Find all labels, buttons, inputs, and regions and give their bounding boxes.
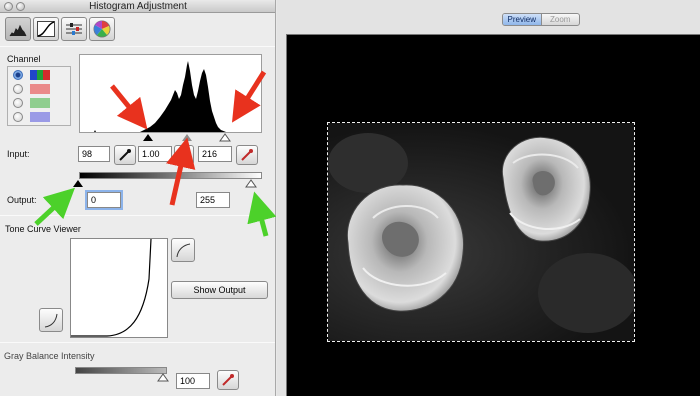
gray-balance-dropper-button[interactable] <box>217 370 239 390</box>
channel-rgb-swatch <box>30 70 51 80</box>
black-point-dropper-button[interactable] <box>114 145 136 165</box>
histogram-tool-icon <box>9 24 27 37</box>
screen: Histogram Adjustment Channel Input: 98 1… <box>0 0 700 396</box>
tone-curve-tool-icon <box>37 21 55 37</box>
curve-reset-button[interactable] <box>39 308 63 332</box>
separator <box>0 46 275 47</box>
output-shadow-field[interactable]: 0 <box>87 192 121 208</box>
selection-marquee[interactable] <box>327 122 635 342</box>
input-midtone-field[interactable]: 1.00 <box>138 146 172 162</box>
histogram-graph <box>80 61 261 132</box>
input-label: Input: <box>7 149 30 159</box>
tone-curve-tool-button[interactable] <box>33 17 59 41</box>
output-level-sliders <box>73 179 257 188</box>
output-highlight-slider-handle[interactable] <box>245 179 257 188</box>
eyedropper-icon <box>119 149 131 161</box>
eyedropper-icon <box>241 149 253 161</box>
histogram-tool-button[interactable] <box>5 17 31 41</box>
gray-balance-gradient <box>75 367 167 374</box>
tone-curve-graph <box>70 238 168 338</box>
input-level-sliders <box>143 133 231 142</box>
eyedropper-icon <box>222 374 234 386</box>
gray-balance-slider-handle[interactable] <box>157 373 169 383</box>
separator <box>0 215 275 216</box>
show-output-button[interactable]: Show Output <box>171 281 268 299</box>
color-balance-tool-button[interactable] <box>89 17 115 41</box>
gray-point-dropper-button[interactable] <box>174 145 194 165</box>
channel-rgb-radio[interactable] <box>13 70 23 80</box>
preview-canvas <box>286 34 700 396</box>
white-point-dropper-button[interactable] <box>236 145 258 165</box>
output-highlight-field[interactable]: 255 <box>196 192 230 208</box>
color-balance-tool-icon <box>93 20 111 38</box>
output-label: Output: <box>7 195 37 205</box>
output-shadow-slider-handle[interactable] <box>73 180 83 187</box>
tone-curve-line <box>71 238 152 337</box>
histogram-display <box>79 54 262 133</box>
brightness-contrast-tool-button[interactable] <box>61 17 87 41</box>
title-bar: Histogram Adjustment <box>0 0 275 13</box>
channel-red-swatch <box>30 84 50 94</box>
output-gradient-bar <box>79 172 262 179</box>
input-shadow-field[interactable]: 98 <box>78 146 110 162</box>
tab-preview[interactable]: Preview <box>503 14 542 25</box>
preview-area: Preview Zoom <box>277 0 700 396</box>
curve-preset-button[interactable] <box>171 238 195 262</box>
tone-curve-label: Tone Curve Viewer <box>5 224 81 234</box>
window-title: Histogram Adjustment <box>89 1 187 12</box>
channel-red-radio[interactable] <box>13 84 23 94</box>
eyedropper-icon <box>178 149 190 161</box>
curve-arc-icon <box>176 243 191 258</box>
tab-zoom[interactable]: Zoom <box>542 14 580 25</box>
input-shadow-slider-handle[interactable] <box>143 134 153 141</box>
input-highlight-slider-handle[interactable] <box>219 133 231 142</box>
channel-blue-radio[interactable] <box>13 112 23 122</box>
gray-balance-label: Gray Balance Intensity <box>4 351 95 361</box>
channel-green-radio[interactable] <box>13 98 23 108</box>
input-highlight-field[interactable]: 216 <box>198 146 232 162</box>
curve-arc-icon <box>44 313 58 328</box>
separator <box>0 342 275 343</box>
channel-label: Channel <box>7 54 41 64</box>
channel-blue-swatch <box>30 112 50 122</box>
gray-balance-value-field[interactable]: 100 <box>176 373 210 389</box>
brightness-contrast-tool-icon <box>66 23 82 35</box>
channel-selector <box>7 66 71 126</box>
channel-green-swatch <box>30 98 50 108</box>
preview-mode-switch: Preview Zoom <box>502 13 580 26</box>
histogram-adjustment-panel: Histogram Adjustment Channel Input: 98 1… <box>0 0 276 396</box>
input-midtone-slider-handle[interactable] <box>182 134 192 141</box>
